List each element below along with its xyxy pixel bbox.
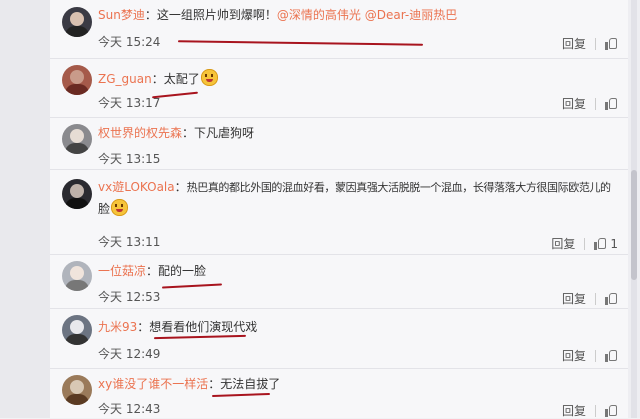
thumbs-up-icon[interactable] xyxy=(605,404,618,417)
comment-text: 无法自拔了 xyxy=(220,377,281,391)
reply-button[interactable]: 回复 xyxy=(562,347,586,364)
face-heart-eyes-icon xyxy=(111,199,129,216)
comment-text: 脸 xyxy=(98,202,111,216)
comment-time: 今天 13:15 xyxy=(98,152,161,166)
comment-item: vx遊LOKOala：热巴真的都比外国的混血好看，蒙因真强大活脱脱一个混血，长得… xyxy=(50,169,628,255)
comment-actions: 回复 1 xyxy=(551,235,618,252)
avatar[interactable] xyxy=(62,375,92,405)
comment-time: 今天 12:49 xyxy=(98,347,161,361)
username-link[interactable]: Sun梦迪 xyxy=(98,8,145,22)
comment-time: 今天 13:11 xyxy=(98,235,161,249)
comment-time: 今天 13:17 xyxy=(98,96,161,110)
reply-button[interactable]: 回复 xyxy=(562,402,586,419)
avatar[interactable] xyxy=(62,7,92,37)
username-link[interactable]: ZG_guan xyxy=(98,72,152,86)
comment-text: 太配了 xyxy=(163,72,200,86)
comment-text: 配的一脸 xyxy=(158,264,207,278)
comment-actions: 回复 xyxy=(562,402,618,419)
comment-line: vx遊LOKOala：热巴真的都比外国的混血好看，蒙因真强大活脱脱一个混血，长得… xyxy=(98,180,611,194)
comment-item: 一位菇凉：配的一脸 今天 12:53 回复 xyxy=(50,254,628,309)
thumbs-up-icon[interactable] xyxy=(594,237,607,250)
comment-line: Sun梦迪：这一组照片帅到爆啊！@深情的高伟光 @Dear-迪丽热巴 xyxy=(98,8,458,22)
comment-actions: 回复 xyxy=(562,35,618,52)
avatar[interactable] xyxy=(62,179,92,209)
comment-text: 下凡虐狗呀 xyxy=(194,126,255,140)
reply-button[interactable]: 回复 xyxy=(562,35,586,52)
avatar[interactable] xyxy=(62,261,92,291)
comment-time: 今天 12:43 xyxy=(98,402,161,416)
comment-line: xy谁没了谁不一样活：无法自拔了 xyxy=(98,377,281,391)
comment-actions: 回复 xyxy=(562,95,618,112)
divider xyxy=(595,404,596,417)
comment-line: 一位菇凉：配的一脸 xyxy=(98,264,207,278)
comment-item: ZG_guan：太配了 今天 13:17 回复 xyxy=(50,58,628,118)
comment-actions: 回复 xyxy=(562,347,618,364)
divider xyxy=(595,37,596,50)
comment-item: Sun梦迪：这一组照片帅到爆啊！@深情的高伟光 @Dear-迪丽热巴 今天 15… xyxy=(50,0,628,59)
comment-list: Sun梦迪：这一组照片帅到爆啊！@深情的高伟光 @Dear-迪丽热巴 今天 15… xyxy=(50,0,628,418)
thumbs-up-icon[interactable] xyxy=(605,292,618,305)
thumbs-up-icon[interactable] xyxy=(605,37,618,50)
comment-item: 九米93：想看看他们演现代戏 今天 12:49 回复 xyxy=(50,308,628,369)
comment-line-continued: 脸 xyxy=(98,199,129,217)
thumbs-up-icon[interactable] xyxy=(605,349,618,362)
username-link[interactable]: 权世界的权先森 xyxy=(98,126,182,140)
divider xyxy=(595,292,596,305)
reply-button[interactable]: 回复 xyxy=(562,290,586,307)
username-link[interactable]: xy谁没了谁不一样活 xyxy=(98,377,208,391)
scrollbar-thumb[interactable] xyxy=(631,170,637,280)
mention-link[interactable]: @深情的高伟光 xyxy=(277,8,361,22)
avatar[interactable] xyxy=(62,124,92,154)
username-link[interactable]: vx遊LOKOala xyxy=(98,180,175,194)
reply-button[interactable]: 回复 xyxy=(551,235,575,252)
avatar[interactable] xyxy=(62,315,92,345)
reply-button[interactable]: 回复 xyxy=(562,95,586,112)
divider xyxy=(595,349,596,362)
username-link[interactable]: 九米93 xyxy=(98,320,137,334)
left-frame xyxy=(0,0,51,418)
divider xyxy=(595,97,596,110)
mention-link[interactable]: @Dear-迪丽热巴 xyxy=(365,8,457,22)
comment-text: 这一组照片帅到爆啊！ xyxy=(156,8,277,22)
comment-actions: 回复 xyxy=(562,290,618,307)
avatar[interactable] xyxy=(62,65,92,95)
comment-item: xy谁没了谁不一样活：无法自拔了 今天 12:43 回复 xyxy=(50,368,628,418)
comment-line: 九米93：想看看他们演现代戏 xyxy=(98,320,258,334)
username-link[interactable]: 一位菇凉 xyxy=(98,264,146,278)
like-count: 1 xyxy=(610,236,618,251)
comment-time: 今天 15:24 xyxy=(98,35,161,49)
thumbs-up-icon[interactable] xyxy=(605,97,618,110)
divider xyxy=(584,237,586,250)
comment-time: 今天 12:53 xyxy=(98,290,161,304)
comment-line: 权世界的权先森：下凡虐狗呀 xyxy=(98,126,255,140)
comment-item: 权世界的权先森：下凡虐狗呀 今天 13:15 xyxy=(50,117,628,170)
comment-text: 想看看他们演现代戏 xyxy=(149,320,258,334)
face-tears-icon xyxy=(200,69,218,86)
comment-text: 热巴真的都比外国的混血好看，蒙因真强大活脱脱一个混血，长得落落大方很国际欧范儿的 xyxy=(186,181,611,194)
comment-line: ZG_guan：太配了 xyxy=(98,69,218,87)
